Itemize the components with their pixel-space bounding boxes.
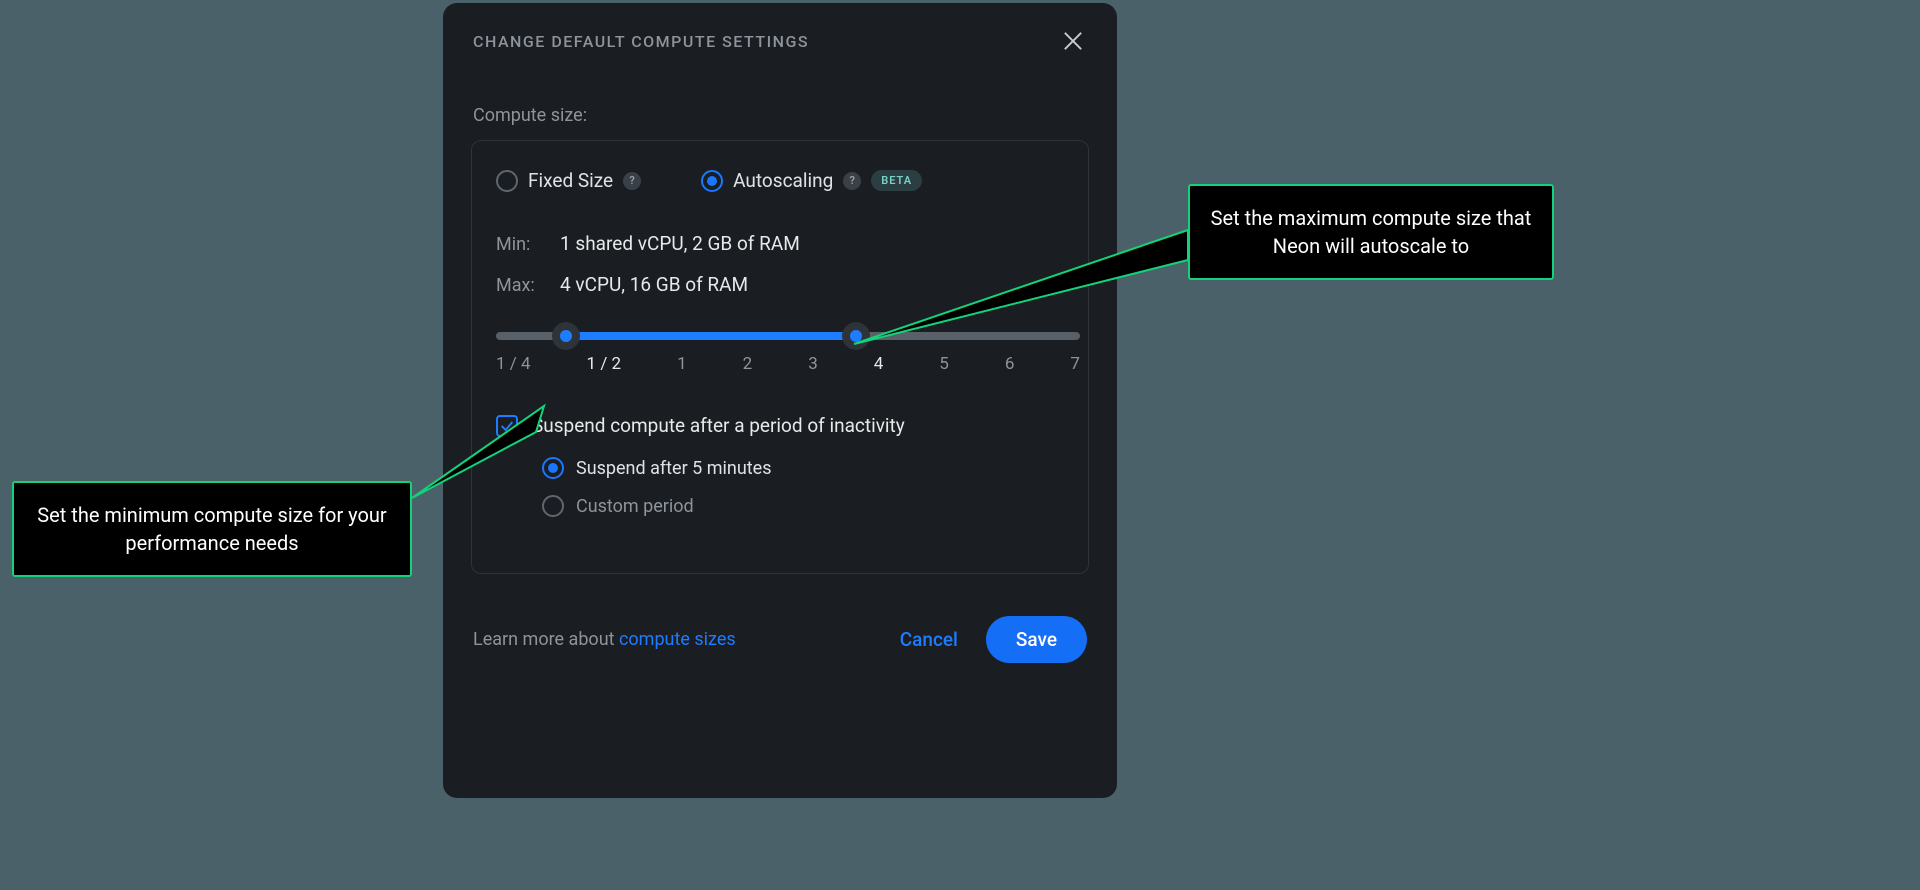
callout-max-arrow bbox=[0, 0, 1920, 890]
